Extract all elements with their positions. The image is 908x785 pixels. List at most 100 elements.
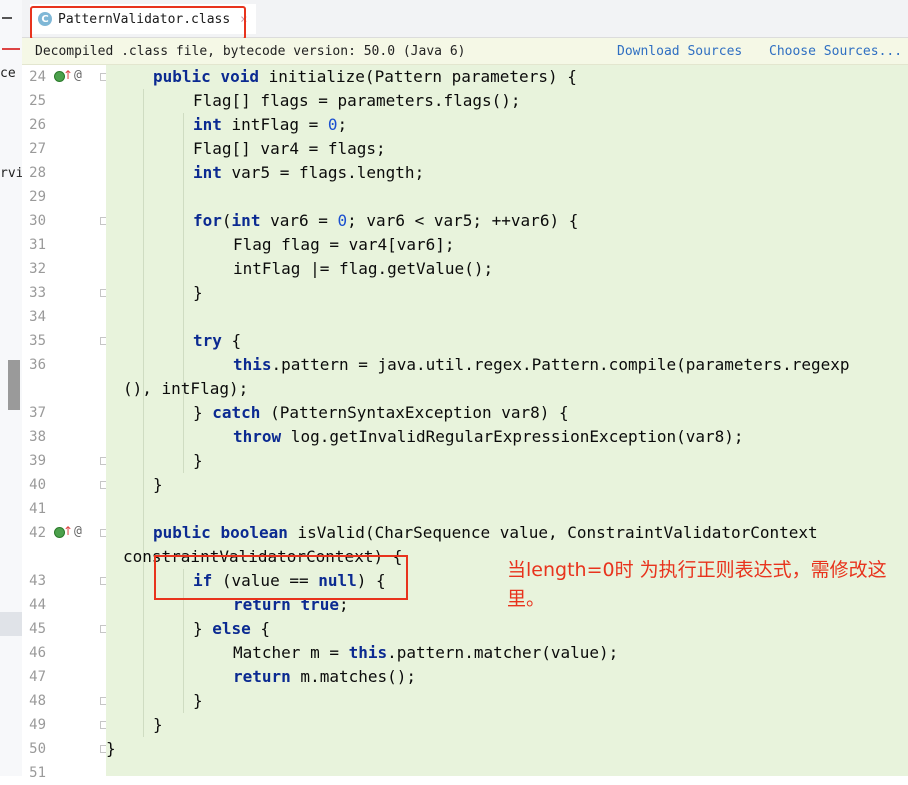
code-keyword: int bbox=[193, 163, 222, 182]
code-keyword: return bbox=[233, 667, 291, 686]
line-gutter[interactable]: 24 25 26 27 28 29 30 31 32 33 34 35 36 37 38 39 40 41 42 43… bbox=[22, 65, 108, 781]
line-number: 25 bbox=[29, 93, 46, 109]
code-line[interactable]: public void initialize(Pattern parameter… bbox=[153, 65, 577, 89]
indent-guide bbox=[143, 89, 144, 737]
code-text: } bbox=[193, 619, 213, 638]
line-number: 31 bbox=[29, 237, 46, 253]
project-tree-fragment[interactable]: rvi bbox=[0, 166, 22, 181]
code-keyword: throw bbox=[233, 427, 282, 446]
choose-sources-link[interactable]: Choose Sources... bbox=[769, 44, 902, 59]
code-text: } bbox=[193, 691, 203, 710]
code-line[interactable]: this.pattern = java.util.regex.Pattern.c… bbox=[233, 353, 850, 377]
code-line[interactable]: return m.matches(); bbox=[233, 665, 416, 689]
code-text: .pattern.matcher(value); bbox=[387, 643, 619, 662]
code-line[interactable]: } bbox=[153, 713, 163, 737]
code-keyword: this bbox=[233, 355, 272, 374]
annotation-at-icon[interactable]: @ bbox=[74, 68, 82, 83]
code-text: } bbox=[153, 715, 163, 734]
code-line[interactable]: Flag[] var4 = flags; bbox=[193, 137, 386, 161]
selected-tree-row[interactable] bbox=[0, 612, 22, 636]
code-keyword: int bbox=[193, 115, 222, 134]
code-line[interactable]: int var5 = flags.length; bbox=[193, 161, 424, 185]
collapse-icon[interactable] bbox=[2, 17, 12, 19]
line-number: 36 bbox=[29, 357, 46, 373]
code-text: Matcher m = bbox=[233, 643, 349, 662]
code-line[interactable]: Flag[] flags = parameters.flags(); bbox=[193, 89, 521, 113]
code-line[interactable]: } bbox=[193, 689, 203, 713]
download-sources-link[interactable]: Download Sources bbox=[617, 44, 742, 59]
code-line[interactable]: for(int var6 = 0; var6 < var5; ++var6) { bbox=[193, 209, 578, 233]
line-number: 33 bbox=[29, 285, 46, 301]
line-number bbox=[22, 545, 46, 569]
line-number: 46 bbox=[29, 645, 46, 661]
code-keyword: else bbox=[212, 619, 251, 638]
code-text: intFlag |= flag.getValue(); bbox=[233, 259, 494, 278]
code-line[interactable]: (), intFlag); bbox=[123, 377, 248, 401]
code-text: .pattern = java.util.regex.Pattern.compi… bbox=[271, 355, 850, 374]
code-line[interactable]: int intFlag = 0; bbox=[193, 113, 347, 137]
code-text: } bbox=[193, 403, 213, 422]
annotation-at-icon[interactable]: @ bbox=[74, 524, 82, 539]
code-text: m.matches(); bbox=[290, 667, 417, 686]
banner-info: Decompiled .class file, bytecode version… bbox=[35, 43, 466, 59]
line-number: 35 bbox=[29, 333, 46, 349]
code-line[interactable]: } else { bbox=[193, 617, 270, 641]
line-number: 26 bbox=[29, 117, 46, 133]
code-line[interactable]: } bbox=[193, 449, 203, 473]
code-text: } bbox=[153, 475, 163, 494]
code-number: 0 bbox=[337, 211, 348, 230]
code-keyword: public bbox=[153, 523, 211, 542]
line-number: 50 bbox=[29, 741, 46, 757]
code-editor[interactable]: public void initialize(Pattern parameter… bbox=[106, 65, 908, 776]
code-line[interactable]: throw log.getInvalidRegularExpressionExc… bbox=[233, 425, 744, 449]
decompiled-banner: Decompiled .class file, bytecode version… bbox=[22, 38, 908, 65]
line-number: 44 bbox=[29, 597, 46, 613]
tab-highlight-box bbox=[30, 6, 246, 40]
project-panel-edge: ce rvi bbox=[0, 0, 23, 776]
code-text: var6 = bbox=[260, 211, 338, 230]
code-text: ; bbox=[337, 115, 348, 134]
code-line[interactable]: try { bbox=[193, 329, 241, 353]
line-number: 41 bbox=[29, 501, 46, 517]
line-number: 34 bbox=[29, 309, 46, 325]
line-number: 49 bbox=[29, 717, 46, 733]
line-number: 30 bbox=[29, 213, 46, 229]
code-keyword: int bbox=[231, 211, 261, 230]
code-text: Flag[] var4 = flags; bbox=[193, 139, 386, 158]
annotation-note: 当length=0时 为执行正则表达式，需修改这里。 bbox=[507, 559, 887, 610]
code-keyword: for bbox=[193, 211, 222, 230]
override-arrow-icon[interactable]: ↑ bbox=[63, 524, 73, 538]
code-text: } bbox=[193, 451, 203, 470]
line-number: 37 bbox=[29, 405, 46, 421]
code-text: { bbox=[250, 619, 271, 638]
line-number: 27 bbox=[29, 141, 46, 157]
code-line[interactable]: Flag flag = var4[var6]; bbox=[233, 233, 455, 257]
code-line[interactable]: intFlag |= flag.getValue(); bbox=[233, 257, 493, 281]
panel-scrollbar[interactable] bbox=[8, 360, 20, 410]
override-arrow-icon[interactable]: ↑ bbox=[63, 68, 73, 82]
code-keyword: catch bbox=[212, 403, 261, 422]
line-number bbox=[22, 377, 46, 401]
code-line[interactable]: } bbox=[193, 281, 203, 305]
code-keyword: boolean bbox=[220, 523, 288, 542]
code-line[interactable]: } catch (PatternSyntaxException var8) { bbox=[193, 401, 569, 425]
code-text: isValid(CharSequence value, ConstraintVa… bbox=[287, 523, 818, 542]
code-keyword: void bbox=[220, 67, 259, 86]
code-keyword: this bbox=[348, 643, 388, 662]
project-tree-fragment[interactable]: ce bbox=[0, 66, 16, 81]
code-text: } bbox=[106, 739, 116, 758]
code-line[interactable]: } bbox=[106, 737, 116, 761]
code-text: log.getInvalidRegularExpressionException… bbox=[281, 427, 744, 446]
code-text: Flag flag = var4[var6]; bbox=[233, 235, 455, 254]
code-line[interactable]: } bbox=[153, 473, 163, 497]
null-check-highlight-box bbox=[154, 555, 408, 600]
line-number: 42 bbox=[29, 525, 46, 541]
code-line[interactable]: public boolean isValid(CharSequence valu… bbox=[153, 521, 818, 545]
line-number: 24 bbox=[29, 69, 46, 85]
code-text: } bbox=[193, 283, 203, 302]
line-number: 29 bbox=[29, 189, 46, 205]
code-text: var5 = flags.length; bbox=[221, 163, 425, 182]
code-line[interactable]: Matcher m = this.pattern.matcher(value); bbox=[233, 641, 618, 665]
